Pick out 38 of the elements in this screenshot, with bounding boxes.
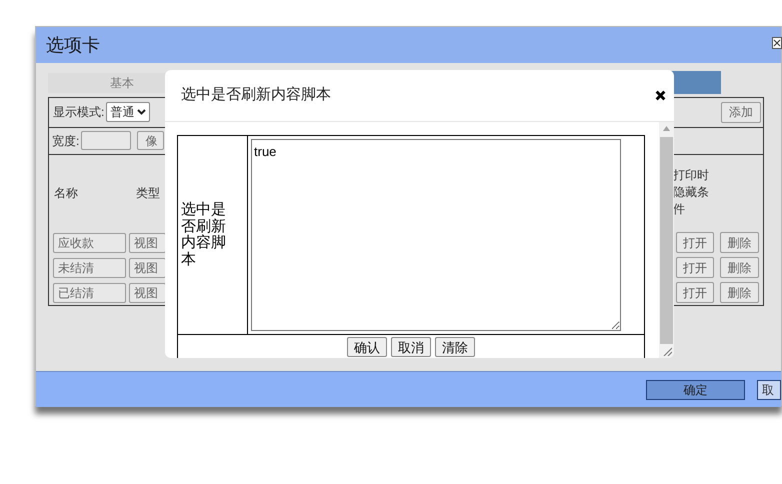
delete-button[interactable]: 删除 — [720, 282, 759, 304]
dialog-button[interactable]: 清除 — [435, 337, 475, 357]
open-button[interactable]: 打开 — [676, 282, 714, 304]
dialog-button[interactable]: 确认 — [347, 337, 387, 357]
dialog-title: 选中是否刷新内容脚本 — [181, 85, 331, 106]
field-label: 选中是否刷新内容脚本 — [181, 202, 227, 268]
close-icon[interactable] — [655, 90, 666, 101]
scrollbar[interactable] — [659, 122, 674, 358]
delete-button[interactable]: 删除 — [720, 257, 759, 278]
dialog-button[interactable]: 取消 — [391, 337, 431, 357]
name-input[interactable]: 未结清 — [53, 258, 126, 278]
footer-button[interactable]: 确定 — [646, 380, 745, 400]
script-textarea[interactable]: true — [251, 139, 621, 331]
mode-select[interactable]: 普通 — [106, 102, 150, 122]
view-button[interactable]: 视图 — [129, 258, 166, 278]
field-label: 显示模式: — [53, 104, 104, 122]
column-note: 件 — [673, 201, 686, 218]
name-input[interactable]: 应收款 — [53, 232, 126, 253]
close-icon[interactable] — [772, 37, 782, 49]
resize-grip-icon[interactable] — [662, 346, 672, 356]
tab[interactable]: 基本 — [48, 73, 166, 93]
column-header: 名称 — [54, 184, 79, 202]
view-button[interactable]: 视图 — [129, 232, 166, 253]
delete-button[interactable]: 删除 — [720, 232, 759, 254]
open-button[interactable]: 打开 — [676, 232, 714, 254]
name-input[interactable]: 已结清 — [53, 282, 126, 303]
view-button[interactable]: 视图 — [129, 282, 166, 303]
unit-button[interactable]: 像 — [137, 131, 164, 150]
width-input[interactable] — [81, 131, 132, 150]
chevron-down-icon — [137, 109, 146, 116]
open-button[interactable]: 打开 — [676, 257, 714, 278]
add-button[interactable]: 添加 — [721, 102, 761, 123]
scroll-thumb[interactable] — [660, 137, 673, 344]
scroll-up-icon[interactable] — [663, 126, 670, 131]
window-title: 选项卡 — [46, 34, 100, 56]
column-header: 类型 — [136, 184, 160, 202]
footer-button[interactable]: 取 — [757, 380, 781, 400]
field-label: 宽度: — [52, 132, 80, 150]
